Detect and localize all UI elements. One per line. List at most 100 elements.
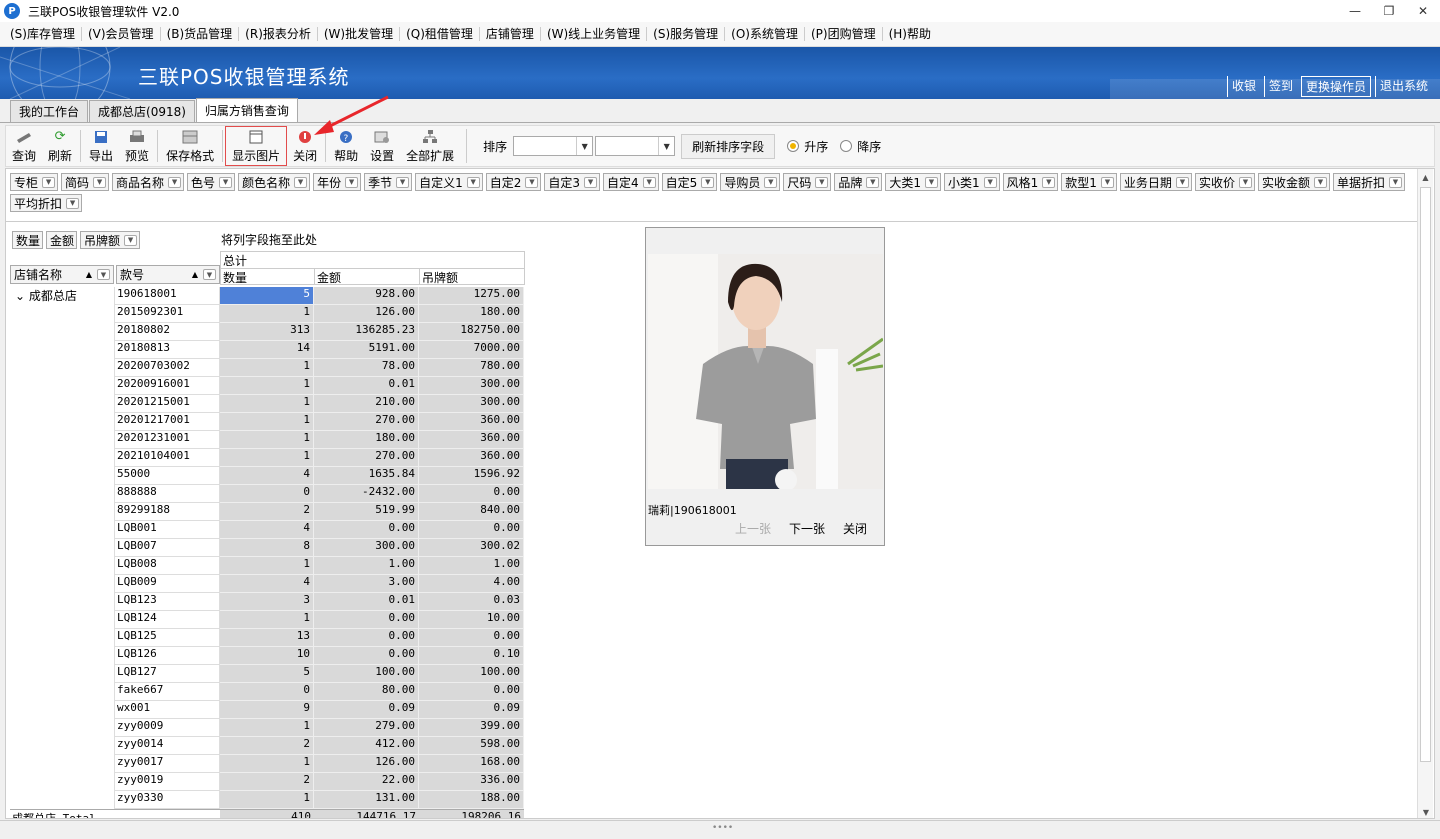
tag-amount-cell[interactable]: 1596.92 bbox=[419, 467, 524, 485]
qty-cell[interactable]: 4 bbox=[220, 521, 314, 539]
amount-cell[interactable]: 0.09 bbox=[314, 701, 419, 719]
table-row[interactable]: LQB126 10 0.00 0.10 bbox=[10, 647, 524, 665]
style-no-cell[interactable]: 20201215001 bbox=[115, 395, 220, 413]
table-row[interactable]: 20201217001 1 270.00 360.00 bbox=[10, 413, 524, 431]
filter-field[interactable]: 自定4 ▼ bbox=[603, 173, 659, 191]
qty-cell[interactable]: 0 bbox=[220, 485, 314, 503]
tag-amount-cell[interactable]: 10.00 bbox=[419, 611, 524, 629]
qty-cell[interactable]: 1 bbox=[220, 611, 314, 629]
filter-field[interactable]: 导购员 ▼ bbox=[720, 173, 781, 191]
scroll-thumb[interactable] bbox=[1420, 187, 1431, 762]
table-row[interactable]: 89299188 2 519.99 840.00 bbox=[10, 503, 524, 521]
qty-cell[interactable]: 1 bbox=[220, 377, 314, 395]
amount-cell[interactable]: 3.00 bbox=[314, 575, 419, 593]
style-no-cell[interactable]: LQB125 bbox=[115, 629, 220, 647]
style-no-cell[interactable]: LQB127 bbox=[115, 665, 220, 683]
expand-all-button[interactable]: 全部扩展 bbox=[400, 126, 460, 166]
amount-cell[interactable]: 0.00 bbox=[314, 647, 419, 665]
filter-field[interactable]: 商品名称 ▼ bbox=[112, 173, 185, 191]
qty-cell[interactable]: 1 bbox=[220, 359, 314, 377]
filter-field[interactable]: 简码 ▼ bbox=[61, 173, 110, 191]
tag-amount-cell[interactable]: 168.00 bbox=[419, 755, 524, 773]
qty-cell[interactable]: 9 bbox=[220, 701, 314, 719]
filter-field[interactable]: 自定2 ▼ bbox=[485, 173, 542, 191]
filter-field[interactable]: 业务日期 ▼ bbox=[1119, 173, 1192, 191]
tag-amount-cell[interactable]: 188.00 bbox=[419, 791, 524, 809]
style-no-cell[interactable]: 89299188 bbox=[115, 503, 220, 521]
filter-field[interactable]: 颜色名称 ▼ bbox=[238, 173, 311, 191]
tag-amount-cell[interactable]: 7000.00 bbox=[419, 341, 524, 359]
qty-cell[interactable]: 1 bbox=[220, 449, 314, 467]
tag-amount-cell[interactable]: 0.00 bbox=[419, 683, 524, 701]
style-no-cell[interactable]: LQB008 bbox=[115, 557, 220, 575]
table-row[interactable]: LQB008 1 1.00 1.00 bbox=[10, 557, 524, 575]
style-no-cell[interactable]: 20201217001 bbox=[115, 413, 220, 431]
menu-system[interactable]: (O)系统管理 bbox=[725, 27, 805, 41]
table-row[interactable]: LQB125 13 0.00 0.00 bbox=[10, 629, 524, 647]
amount-cell[interactable]: 136285.23 bbox=[314, 323, 419, 341]
style-no-cell[interactable]: zyy0330 bbox=[115, 791, 220, 809]
style-no-cell[interactable]: 20180813 bbox=[115, 341, 220, 359]
tag-amount-cell[interactable]: 0.09 bbox=[419, 701, 524, 719]
filter-field[interactable]: 实收金额 ▼ bbox=[1257, 173, 1330, 191]
style-no-cell[interactable]: LQB009 bbox=[115, 575, 220, 593]
table-row[interactable]: 20200916001 1 0.01 300.00 bbox=[10, 377, 524, 395]
table-row[interactable]: 20200703002 1 78.00 780.00 bbox=[10, 359, 524, 377]
qty-cell[interactable]: 2 bbox=[220, 503, 314, 521]
amount-cell[interactable]: 131.00 bbox=[314, 791, 419, 809]
qty-cell[interactable]: 1 bbox=[220, 755, 314, 773]
qty-cell[interactable]: 2 bbox=[220, 773, 314, 791]
amount-cell[interactable]: 78.00 bbox=[314, 359, 419, 377]
row-field-store-name[interactable]: 店铺名称 ▲ ▼ bbox=[10, 265, 114, 284]
scroll-up-icon[interactable]: ▲ bbox=[1418, 169, 1433, 185]
tag-amount-cell[interactable]: 360.00 bbox=[419, 431, 524, 449]
table-row[interactable]: zyy0009 1 279.00 399.00 bbox=[10, 719, 524, 737]
filter-field[interactable]: 色号 ▼ bbox=[187, 173, 236, 191]
amount-cell[interactable]: 279.00 bbox=[314, 719, 419, 737]
filter-field[interactable]: 小类1 ▼ bbox=[944, 173, 1000, 191]
amount-cell[interactable]: -2432.00 bbox=[314, 485, 419, 503]
table-row[interactable]: LQB127 5 100.00 100.00 bbox=[10, 665, 524, 683]
tag-amount-cell[interactable]: 182750.00 bbox=[419, 323, 524, 341]
style-no-cell[interactable]: LQB001 bbox=[115, 521, 220, 539]
table-row[interactable]: fake667 0 80.00 0.00 bbox=[10, 683, 524, 701]
minimize-button[interactable]: — bbox=[1338, 0, 1372, 22]
table-row[interactable]: zyy0330 1 131.00 188.00 bbox=[10, 791, 524, 809]
tag-amount-cell[interactable]: 598.00 bbox=[419, 737, 524, 755]
tag-amount-cell[interactable]: 780.00 bbox=[419, 359, 524, 377]
tag-amount-cell[interactable]: 399.00 bbox=[419, 719, 524, 737]
next-image-button[interactable]: 下一张 bbox=[789, 520, 825, 537]
style-no-cell[interactable]: LQB124 bbox=[115, 611, 220, 629]
filter-field[interactable]: 实收价 ▼ bbox=[1194, 173, 1255, 191]
amount-cell[interactable]: 0.01 bbox=[314, 377, 419, 395]
style-no-cell[interactable]: LQB007 bbox=[115, 539, 220, 557]
table-row[interactable]: 2015092301 1 126.00 180.00 bbox=[10, 305, 524, 323]
amount-cell[interactable]: 180.00 bbox=[314, 431, 419, 449]
qty-cell[interactable]: 1 bbox=[220, 431, 314, 449]
table-row[interactable]: LQB123 3 0.01 0.03 bbox=[10, 593, 524, 611]
preview-button[interactable]: 预览 bbox=[119, 126, 155, 166]
query-button[interactable]: 查询 bbox=[6, 126, 42, 166]
table-row[interactable]: 55000 4 1635.84 1596.92 bbox=[10, 467, 524, 485]
table-row[interactable]: LQB009 4 3.00 4.00 bbox=[10, 575, 524, 593]
tag-amount-cell[interactable]: 360.00 bbox=[419, 449, 524, 467]
refresh-sort-button[interactable]: 刷新排序字段 bbox=[681, 133, 776, 159]
table-row[interactable]: zyy0017 1 126.00 168.00 bbox=[10, 755, 524, 773]
table-row[interactable]: LQB124 1 0.00 10.00 bbox=[10, 611, 524, 629]
show-image-button[interactable]: 显示图片 bbox=[225, 126, 288, 166]
table-row[interactable]: 20201215001 1 210.00 300.00 bbox=[10, 395, 524, 413]
amount-cell[interactable]: 210.00 bbox=[314, 395, 419, 413]
table-row[interactable]: LQB007 8 300.00 300.02 bbox=[10, 539, 524, 557]
style-no-cell[interactable]: LQB123 bbox=[115, 593, 220, 611]
tag-amount-cell[interactable]: 4.00 bbox=[419, 575, 524, 593]
refresh-button[interactable]: ⟳ 刷新 bbox=[42, 126, 78, 166]
qty-cell[interactable]: 5 bbox=[220, 665, 314, 683]
tag-amount-cell[interactable]: 0.00 bbox=[419, 521, 524, 539]
amount-cell[interactable]: 5191.00 bbox=[314, 341, 419, 359]
signin-link[interactable]: 签到 bbox=[1263, 76, 1297, 97]
qty-cell[interactable]: 3 bbox=[220, 593, 314, 611]
amount-cell[interactable]: 0.00 bbox=[314, 611, 419, 629]
qty-cell[interactable]: 14 bbox=[220, 341, 314, 359]
collapse-chevron-icon[interactable]: ⌄ bbox=[15, 289, 29, 303]
close-popup-button[interactable]: 关闭 bbox=[843, 520, 867, 537]
